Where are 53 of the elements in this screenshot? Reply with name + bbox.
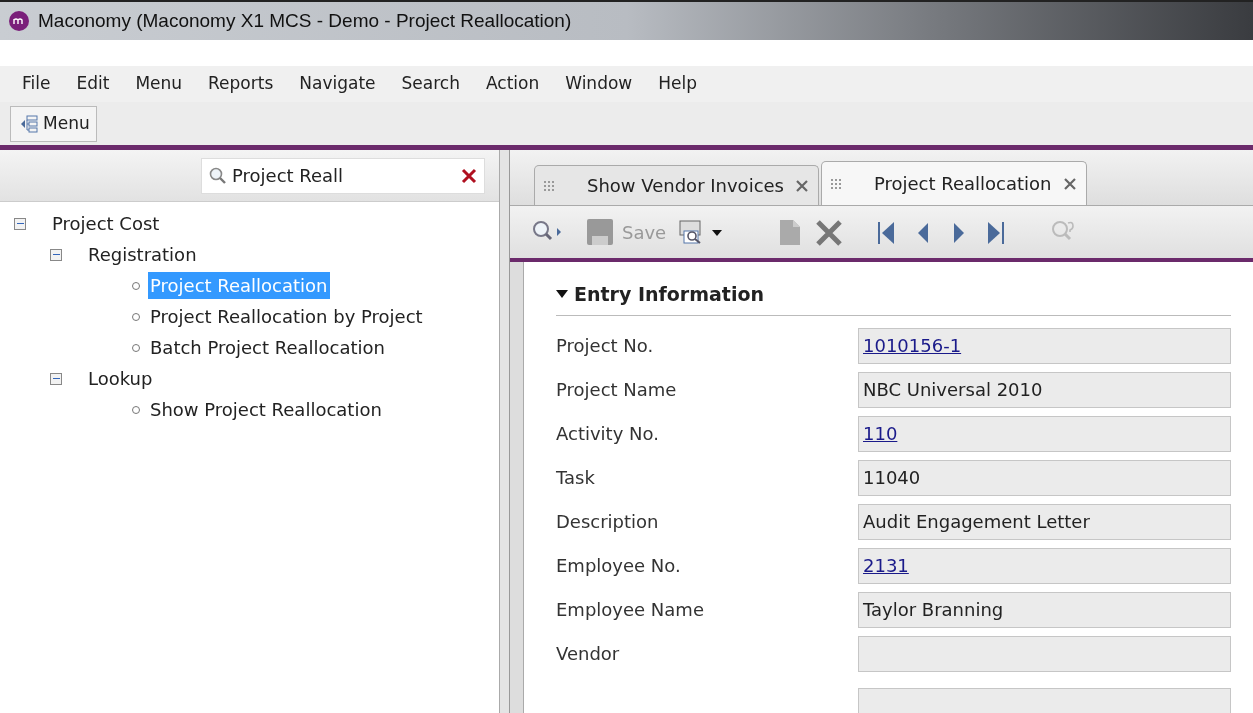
menu-item[interactable]: Edit (63, 71, 123, 97)
tree-item[interactable]: Registration (88, 241, 197, 268)
input-field[interactable]: Taylor Branning (858, 591, 1231, 628)
collapse-icon[interactable] (14, 217, 26, 230)
tab-label: Project Reallocation (874, 172, 1052, 196)
field-label: Vendor (556, 642, 621, 666)
app-logo-icon (8, 10, 30, 32)
tab[interactable]: Show Vendor Invoices (534, 165, 819, 205)
menu-item[interactable]: Search (388, 71, 473, 97)
menu-item[interactable]: Help (645, 71, 710, 97)
close-icon[interactable] (794, 177, 810, 194)
input-field[interactable] (858, 687, 1231, 713)
delete-icon[interactable] (814, 217, 845, 247)
tree-item[interactable]: Show Project Reallocation (148, 396, 384, 423)
input-field[interactable] (858, 635, 1231, 672)
collapse-icon[interactable] (50, 248, 62, 261)
field-label: Task (556, 466, 596, 490)
link[interactable]: 110 (863, 420, 898, 447)
input-field[interactable]: 11040 (858, 459, 1231, 496)
clear-icon[interactable] (460, 166, 478, 185)
field-label: Project Name (556, 378, 678, 402)
search-icon (208, 165, 228, 186)
field-label: Description (556, 510, 660, 534)
tree-item[interactable]: Project Reallocation by Project (148, 303, 425, 330)
field-label: Employee No. (556, 554, 682, 578)
section-title: Entry Information (574, 282, 765, 307)
menu-button[interactable]: Menu (10, 105, 97, 142)
link[interactable]: 2131 (863, 552, 909, 579)
input-field[interactable]: Audit Engagement Letter (858, 503, 1231, 540)
menu-item[interactable]: Menu (122, 71, 196, 97)
menu-item[interactable]: Action (472, 71, 553, 97)
menu-item[interactable]: Window (552, 71, 646, 97)
input-field[interactable]: 110 (858, 415, 1231, 452)
tree-item[interactable]: Lookup (88, 365, 153, 392)
menu-item[interactable]: Reports (195, 71, 287, 97)
field-label: Activity No. (556, 422, 660, 446)
tree-item[interactable]: Batch Project Reallocation (148, 334, 387, 361)
close-icon[interactable] (1061, 175, 1078, 192)
collapse-icon[interactable] (50, 372, 62, 385)
field-label: Project No. (556, 334, 655, 358)
field-label: Employee Name (556, 598, 705, 622)
input-field[interactable]: 2131 (858, 547, 1231, 584)
tab[interactable]: Project Reallocation (821, 161, 1087, 205)
tree-item[interactable]: Project Cost (52, 210, 160, 237)
link[interactable]: 1010156-1 (863, 332, 962, 359)
search-field[interactable]: Project Reall (201, 157, 485, 194)
collapse-triangle-icon[interactable] (556, 289, 568, 300)
tab-label: Show Vendor Invoices (587, 174, 784, 198)
menu-item[interactable]: File (12, 71, 64, 97)
input-field[interactable]: 1010156-1 (858, 327, 1231, 364)
menu-item[interactable]: Navigate (286, 71, 389, 97)
input-field[interactable]: NBC Universal 2010 (858, 371, 1231, 408)
window-title: Maconomy (Maconomy X1 MCS - Demo - Project Reallocation) (38, 8, 572, 33)
